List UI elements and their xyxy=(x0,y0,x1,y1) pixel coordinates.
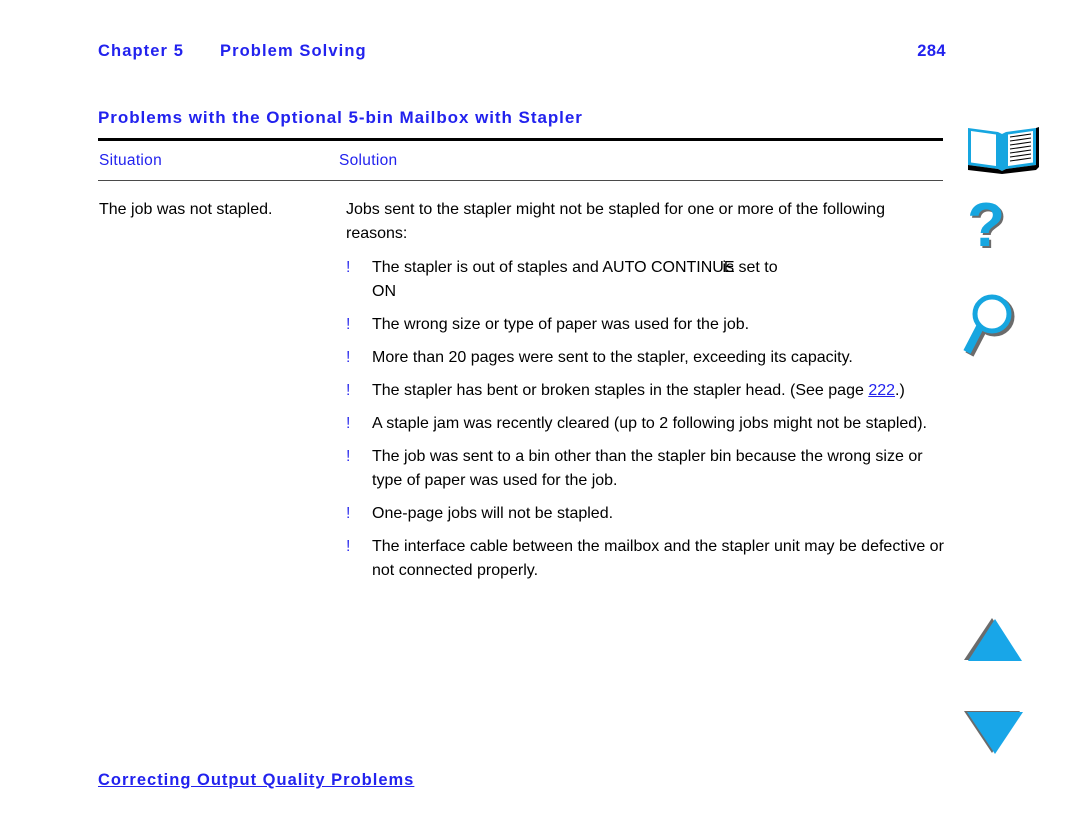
solution-cell: Jobs sent to the stapler might not be st… xyxy=(346,198,946,592)
question-mark-icon[interactable]: ? ? xyxy=(962,196,1042,270)
solution-intro-text: Jobs sent to the stapler might not be st… xyxy=(346,201,885,242)
bullet-marker-icon: ! xyxy=(346,448,351,465)
bullet-marker-icon: ! xyxy=(346,259,351,276)
list-item: ! The wrong size or type of paper was us… xyxy=(346,313,944,337)
list-item: ! More than 20 pages were sent to the st… xyxy=(346,346,944,370)
down-triangle-icon[interactable] xyxy=(962,708,1042,756)
list-item-text-after: .) xyxy=(895,382,905,399)
page-header: Chapter 5 Problem Solving 284 xyxy=(98,42,978,70)
list-item: ! The interface cable between the mailbo… xyxy=(346,535,944,583)
list-item-label: A staple jam was recently cleared (up to… xyxy=(372,415,927,432)
bullet-marker-icon: ! xyxy=(346,415,351,432)
magnifier-icon[interactable] xyxy=(962,290,1042,366)
chapter-label: Chapter 5 xyxy=(98,42,185,60)
chapter-title: Problem Solving xyxy=(220,42,367,60)
bullet-marker-icon: ! xyxy=(346,538,351,555)
list-item: ! The job was sent to a bin other than t… xyxy=(346,445,944,493)
reasons-list: ! The stapler is out of staples and AUTO… xyxy=(346,256,946,583)
bullet-marker-icon: ! xyxy=(346,316,351,333)
column-header-solution: Solution xyxy=(339,152,398,169)
column-header-situation: Situation xyxy=(99,152,163,169)
list-item: ! One-page jobs will not be stapled. xyxy=(346,502,944,526)
table-top-rule xyxy=(98,138,943,141)
page-number: 284 xyxy=(917,42,946,60)
footer-navigation-link[interactable]: Correcting Output Quality Problems xyxy=(98,771,414,790)
list-item-text-after: ON xyxy=(372,283,396,300)
list-item-label: The stapler is out of staples and AUTO C… xyxy=(372,256,944,304)
list-item-label: The job was sent to a bin other than the… xyxy=(372,448,923,489)
list-item: ! The stapler is out of staples and AUTO… xyxy=(346,256,944,304)
list-item-label: The wrong size or type of paper was used… xyxy=(372,316,750,333)
svg-text:?: ? xyxy=(967,196,1005,260)
list-item-text-overlap: is set to xyxy=(722,259,778,276)
page-reference-link[interactable]: 222 xyxy=(868,382,895,399)
section-heading: Problems with the Optional 5-bin Mailbox… xyxy=(98,108,583,127)
list-item: ! A staple jam was recently cleared (up … xyxy=(346,412,944,436)
list-item-text-before: The stapler has bent or broken staples i… xyxy=(372,382,869,399)
bullet-marker-icon: ! xyxy=(346,349,351,366)
list-item-text-before: The stapler is out of staples and AUTO C… xyxy=(372,259,735,276)
up-triangle-icon[interactable] xyxy=(962,616,1042,664)
bullet-marker-icon: ! xyxy=(346,382,351,399)
situation-cell: The job was not stapled. xyxy=(99,201,273,218)
bullet-marker-icon: ! xyxy=(346,505,351,522)
list-item: ! The stapler has bent or broken staples… xyxy=(346,379,944,403)
navigation-icon-rail: ? ? xyxy=(962,110,1058,790)
list-item-label: The stapler has bent or broken staples i… xyxy=(372,379,944,403)
list-item-label: The interface cable between the mailbox … xyxy=(372,538,944,579)
table-header-rule xyxy=(98,180,943,181)
list-item-label: More than 20 pages were sent to the stap… xyxy=(372,349,853,366)
list-item-label: One-page jobs will not be stapled. xyxy=(372,505,614,522)
book-icon[interactable] xyxy=(962,122,1042,174)
document-page: Chapter 5 Problem Solving 284 Problems w… xyxy=(0,0,1080,834)
